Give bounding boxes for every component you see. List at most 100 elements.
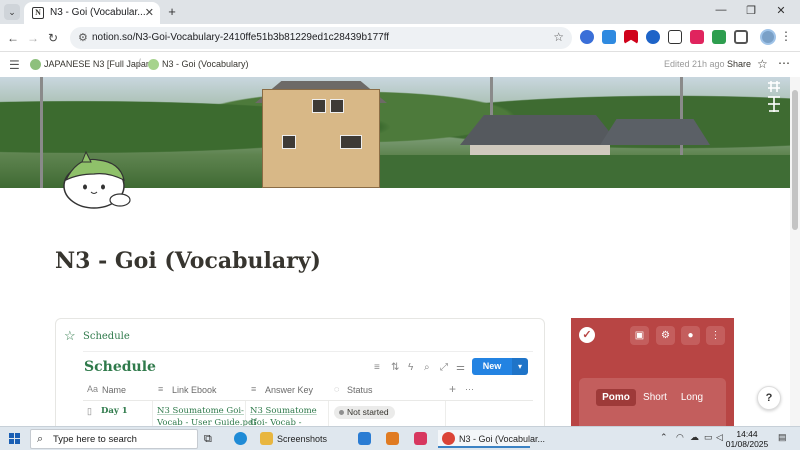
restore-icon[interactable]: ❐ — [736, 4, 766, 17]
browser-tab-active[interactable]: N N3 - Goi (Vocabular... ✕ — [24, 2, 160, 24]
check-icon[interactable]: ✓ — [579, 327, 595, 343]
browser-menu-icon[interactable]: ⋮ — [780, 29, 792, 43]
house-window — [282, 135, 296, 149]
row-name-day-1[interactable]: Day 1 — [101, 406, 128, 416]
extension-3-icon[interactable] — [624, 30, 638, 44]
add-property-icon[interactable]: + — [449, 382, 456, 396]
zen-extension-icon[interactable] — [765, 80, 783, 114]
sort-icon[interactable]: ⇅ — [391, 362, 399, 373]
extension-7-icon[interactable] — [712, 30, 726, 44]
tab-long[interactable]: Long — [677, 389, 707, 406]
extension-2-icon[interactable] — [602, 30, 616, 44]
edge-app-icon[interactable] — [230, 430, 251, 448]
schedule-callout: ☆ Schedule Schedule ≡ ⇅ ϟ ⌕ ⤢ ⚌ New ▾ Aa… — [55, 318, 545, 439]
filter-icon[interactable]: ≡ — [374, 362, 380, 373]
pomo-more-icon[interactable]: ⋮ — [706, 326, 725, 345]
extension-1-icon[interactable] — [580, 30, 594, 44]
site-info-icon[interactable]: ⚙ — [78, 31, 88, 44]
page-more-icon[interactable]: ⋯ — [778, 56, 790, 70]
schedule-heading[interactable]: Schedule — [83, 331, 130, 342]
taskbar-app-label: Screenshots — [277, 434, 328, 444]
settings-gear-icon[interactable]: ⚙ — [656, 326, 675, 345]
extension-6-icon[interactable] — [690, 30, 704, 44]
page-icon-mascot[interactable] — [58, 150, 136, 212]
breadcrumb-page[interactable]: N3 - Goi (Vocabulary) — [162, 59, 249, 69]
database-title[interactable]: Schedule — [84, 359, 156, 375]
column-header-status[interactable]: Status — [347, 385, 373, 395]
snipping-app-icon[interactable] — [410, 430, 431, 448]
status-property-icon: ◌ — [334, 384, 340, 394]
favorite-star-icon[interactable]: ☆ — [757, 57, 768, 71]
extension-notion-icon[interactable] — [668, 30, 682, 44]
table-header-divider — [83, 400, 533, 401]
cover-roof — [600, 119, 710, 145]
taskbar-app-chrome[interactable]: N3 - Goi (Vocabular... — [438, 430, 545, 448]
taskbar-search-placeholder: Type here to search — [53, 434, 137, 445]
network-icon[interactable]: ◠ — [676, 432, 684, 443]
extensions-puzzle-icon[interactable] — [734, 30, 748, 44]
page-title[interactable]: N3 - Goi (Vocabulary) — [55, 248, 321, 274]
pomodoro-widget: ✓ ▣ ⚙ ● ⋮ Pomo Short Long — [571, 318, 734, 426]
forward-icon[interactable]: → — [24, 29, 42, 47]
address-bar[interactable]: ⚙ notion.so/N3-Goi-Vocabulary-2410ffe51b… — [70, 27, 572, 49]
new-entry-button[interactable]: New — [472, 358, 512, 375]
notion-favicon-icon: N — [32, 7, 44, 19]
link-ebook-cell[interactable]: N3 Soumatome Goi- — [157, 406, 244, 416]
task-view-icon[interactable]: ⧉ — [204, 430, 212, 448]
profile-avatar[interactable] — [760, 29, 776, 45]
title-property-icon: Aa — [87, 384, 99, 394]
bookmark-star-icon[interactable]: ☆ — [553, 30, 564, 44]
star-icon: ☆ — [64, 328, 76, 343]
column-header-answer-key[interactable]: Answer Key — [265, 385, 313, 395]
new-tab-button[interactable]: + — [164, 4, 180, 20]
sublime-app-icon[interactable] — [382, 430, 403, 448]
extension-4-icon[interactable] — [646, 30, 660, 44]
tray-chevron-up-icon[interactable]: ⌃ — [660, 432, 668, 443]
image-icon[interactable]: ▣ — [630, 326, 649, 345]
tab-short[interactable]: Short — [639, 389, 671, 406]
account-icon[interactable]: ● — [681, 326, 700, 345]
sidebar-toggle-icon[interactable]: ☰ — [9, 58, 20, 72]
taskbar-app-screenshots[interactable]: Screenshots — [256, 430, 350, 448]
page-crumb-icon — [148, 59, 159, 70]
view-settings-icon[interactable]: ⚌ — [456, 362, 465, 373]
status-badge[interactable]: Not started — [334, 406, 395, 419]
vscode-app-icon[interactable] — [354, 430, 375, 448]
house-window — [330, 99, 344, 113]
column-header-link-ebook[interactable]: Link Ebook — [172, 385, 217, 395]
notifications-icon[interactable]: ▤ — [778, 432, 787, 443]
volume-icon[interactable]: ◁ — [716, 432, 723, 443]
battery-icon[interactable]: ▭ — [704, 432, 713, 443]
notion-topbar: ☰ JAPANESE N3 [Full Japan] / N3 - Goi (V… — [0, 52, 800, 77]
expand-icon[interactable]: ⤢ — [440, 362, 448, 373]
divider — [83, 351, 533, 352]
answer-key-cell[interactable]: N3 Soumatome — [250, 406, 317, 416]
folder-icon — [260, 432, 273, 446]
taskbar-clock[interactable]: 14:44 01/08/2025 — [724, 429, 770, 449]
help-button[interactable]: ? — [757, 386, 781, 410]
more-properties-icon[interactable]: ⋯ — [465, 384, 474, 395]
windows-start-icon[interactable] — [9, 433, 21, 445]
reload-icon[interactable]: ↻ — [44, 29, 62, 47]
tab-search-menu-icon[interactable]: ⌄ — [4, 4, 20, 20]
breadcrumb-workspace[interactable]: JAPANESE N3 [Full Japan] — [44, 59, 153, 69]
breadcrumb-separator: / — [138, 58, 141, 69]
column-header-name[interactable]: Name — [102, 385, 126, 395]
automation-bolt-icon[interactable]: ϟ — [408, 362, 413, 373]
taskbar-search-box[interactable]: ⌕ Type here to search — [30, 429, 198, 449]
cloud-icon[interactable]: ☁ — [690, 432, 699, 443]
search-icon[interactable]: ⌕ — [424, 362, 430, 373]
clock-time: 14:44 — [736, 429, 758, 439]
tab-close-icon[interactable]: ✕ — [145, 6, 154, 19]
share-button[interactable]: Share — [727, 59, 751, 69]
new-entry-dropdown-icon[interactable]: ▾ — [512, 358, 528, 375]
url-text[interactable]: notion.so/N3-Goi-Vocabulary-2410ffe51b3b… — [92, 32, 389, 43]
taskbar-app-label: N3 - Goi (Vocabular... — [459, 434, 546, 444]
minimize-icon[interactable]: — — [706, 4, 736, 16]
page-scrollbar-thumb[interactable] — [792, 90, 798, 230]
tab-pomo[interactable]: Pomo — [596, 389, 636, 406]
tab-title: N3 - Goi (Vocabular... — [50, 7, 146, 18]
browser-tab-strip: ⌄ N N3 - Goi (Vocabular... ✕ + — ❐ ✕ — [0, 0, 800, 24]
back-icon[interactable]: ← — [4, 29, 22, 47]
window-close-icon[interactable]: ✕ — [766, 4, 796, 17]
